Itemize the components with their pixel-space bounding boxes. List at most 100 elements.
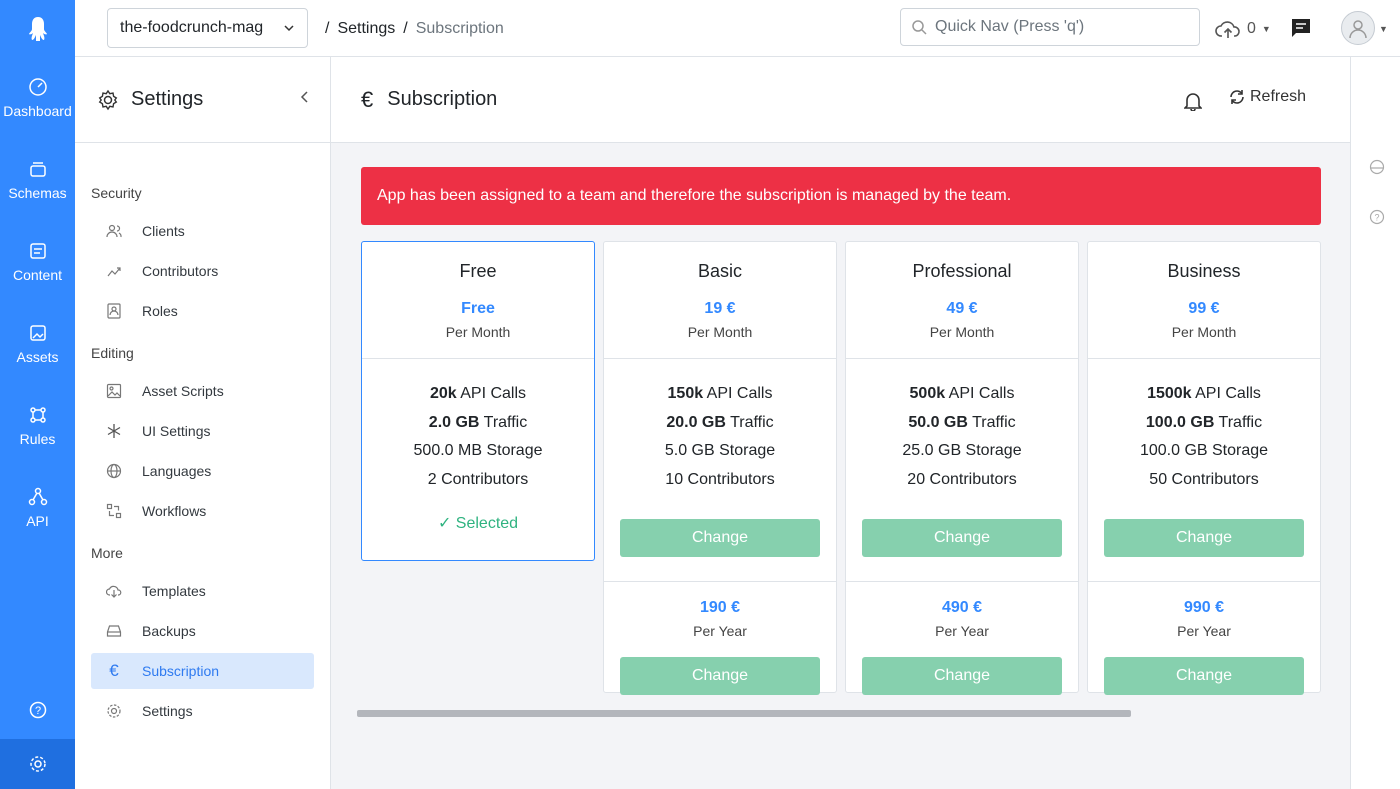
change-yearly-button[interactable]: Change	[1104, 656, 1304, 695]
nav-content-label: Content	[12, 267, 63, 283]
plan-price: 19 €	[704, 300, 736, 317]
plan-period: Per Month	[1171, 324, 1237, 340]
squidex-logo-icon[interactable]	[0, 0, 75, 57]
sidebar-item-subscription[interactable]: € Subscription	[91, 653, 314, 689]
plan-card-professional: Professional 49 € Per Month 500k API Cal…	[845, 241, 1079, 695]
help-icon: ?	[29, 701, 46, 719]
sidebar-item-asset-scripts[interactable]: Asset Scripts	[91, 373, 314, 409]
gear-icon	[29, 756, 46, 772]
help-icon[interactable]: ?	[1369, 209, 1385, 225]
api-icon	[28, 487, 47, 506]
svg-text:?: ?	[1374, 213, 1379, 223]
globe-icon	[106, 463, 122, 479]
sidebar-item-label: Clients	[142, 223, 185, 239]
roles-icon	[107, 303, 121, 319]
refresh-icon	[1230, 90, 1244, 104]
sidebar-item-label: Asset Scripts	[142, 383, 224, 399]
sidebar-item-workflows[interactable]: Workflows	[91, 493, 314, 529]
plan-card-business: Business 99 € Per Month 1500k API Calls …	[1087, 241, 1321, 695]
gear-icon	[107, 704, 121, 718]
clients-icon	[106, 224, 122, 238]
section-security: Security	[91, 185, 142, 201]
breadcrumb-settings[interactable]: Settings	[337, 20, 395, 38]
app-settings-button[interactable]	[0, 739, 75, 789]
plan-name: Basic	[697, 261, 742, 281]
plan-yearly: 190 € Per Year Change	[604, 580, 836, 713]
plan-yearly-period: Per Year	[935, 622, 989, 639]
user-icon	[1349, 20, 1367, 39]
plan-yearly-price: 990 €	[1183, 598, 1225, 616]
nav-dashboard-label: Dashboard	[3, 103, 72, 119]
sidebar-item-roles[interactable]: Roles	[91, 293, 314, 329]
help-button[interactable]: ?	[0, 692, 75, 728]
horizontal-scrollbar[interactable]	[357, 710, 1131, 717]
plan-yearly-period: Per Year	[693, 622, 747, 639]
rules-icon	[29, 407, 46, 423]
change-monthly-button[interactable]: Change	[620, 518, 820, 557]
change-yearly-button[interactable]: Change	[620, 656, 820, 695]
sidebar-item-templates[interactable]: Templates	[91, 573, 314, 609]
nav-api[interactable]: API	[0, 467, 75, 549]
chevron-left-icon	[300, 91, 308, 103]
breadcrumb-subscription: Subscription	[415, 19, 504, 37]
sidebar-item-backups[interactable]: Backups	[91, 613, 314, 649]
nav-assets[interactable]: Assets	[0, 303, 75, 385]
sidebar-item-ui-settings[interactable]: UI Settings	[91, 413, 314, 449]
bell-icon	[1183, 93, 1203, 112]
collapse-sidebar-button[interactable]	[300, 90, 310, 106]
chevron-down-icon	[284, 25, 294, 32]
nav-rules[interactable]: Rules	[0, 385, 75, 467]
plan-price: 49 €	[946, 300, 978, 317]
primary-nav: Dashboard Schemas Content Assets Rules A…	[0, 0, 75, 789]
comments-button[interactable]	[1290, 17, 1312, 44]
plan-yearly: 990 € Per Year Change	[1088, 580, 1320, 713]
search-input[interactable]	[935, 18, 1185, 36]
search-icon	[912, 20, 927, 35]
plan-period: Per Month	[445, 324, 511, 340]
sidebar-item-settings[interactable]: Settings	[91, 693, 314, 729]
section-editing: Editing	[91, 345, 134, 361]
section-more: More	[91, 545, 123, 561]
content-header: € Subscription Refresh	[331, 57, 1350, 143]
plan-name: Business	[1167, 261, 1241, 281]
history-icon[interactable]	[1369, 159, 1385, 175]
content-icon	[29, 243, 46, 259]
schemas-icon	[29, 162, 46, 177]
sidebar-item-label: Roles	[142, 303, 178, 319]
assets-icon	[29, 325, 46, 341]
nav-schemas[interactable]: Schemas	[0, 139, 75, 221]
plan-yearly-price: 190 €	[699, 598, 741, 616]
euro-icon: €	[109, 661, 119, 680]
sidebar-item-label: Settings	[142, 703, 193, 719]
nav-dashboard[interactable]: Dashboard	[0, 57, 75, 139]
sidebar-item-label: Subscription	[142, 663, 220, 679]
sidebar-header: Settings	[75, 57, 330, 143]
notifications-button[interactable]	[1183, 91, 1203, 117]
sidebar-item-label: Languages	[142, 463, 212, 479]
asset-scripts-icon	[106, 383, 122, 399]
change-yearly-button[interactable]: Change	[862, 656, 1062, 695]
nav-assets-label: Assets	[16, 349, 59, 365]
plan-features: 20k API Calls 2.0 GB Traffic 500.0 MB St…	[413, 385, 543, 489]
nav-schemas-label: Schemas	[8, 185, 67, 201]
app-selector[interactable]: the-foodcrunch-mag	[107, 8, 308, 48]
upload-status[interactable]: 0 ▼	[1215, 0, 1271, 57]
contributors-icon	[107, 267, 121, 277]
change-monthly-button[interactable]: Change	[862, 518, 1062, 557]
avatar[interactable]	[1341, 11, 1375, 45]
nav-content[interactable]: Content	[0, 221, 75, 303]
workflows-icon	[106, 503, 122, 519]
plan-features: 500k API Calls 50.0 GB Traffic 25.0 GB S…	[902, 385, 1022, 489]
refresh-button[interactable]: Refresh	[1228, 88, 1306, 106]
sidebar-item-label: Backups	[142, 623, 196, 639]
sidebar-item-languages[interactable]: Languages	[91, 453, 314, 489]
sidebar-item-label: Workflows	[142, 503, 207, 519]
change-monthly-button[interactable]: Change	[1104, 518, 1304, 557]
sidebar-title: Settings	[131, 88, 204, 110]
sidebar-item-contributors[interactable]: Contributors	[91, 253, 314, 289]
quick-nav[interactable]	[900, 8, 1200, 46]
sidebar-item-clients[interactable]: Clients	[91, 213, 314, 249]
app-name: the-foodcrunch-mag	[120, 19, 264, 36]
plan-card-free: Free Free Per Month 20k API Calls 2.0 GB…	[361, 241, 595, 561]
page-title: Subscription	[387, 88, 498, 110]
